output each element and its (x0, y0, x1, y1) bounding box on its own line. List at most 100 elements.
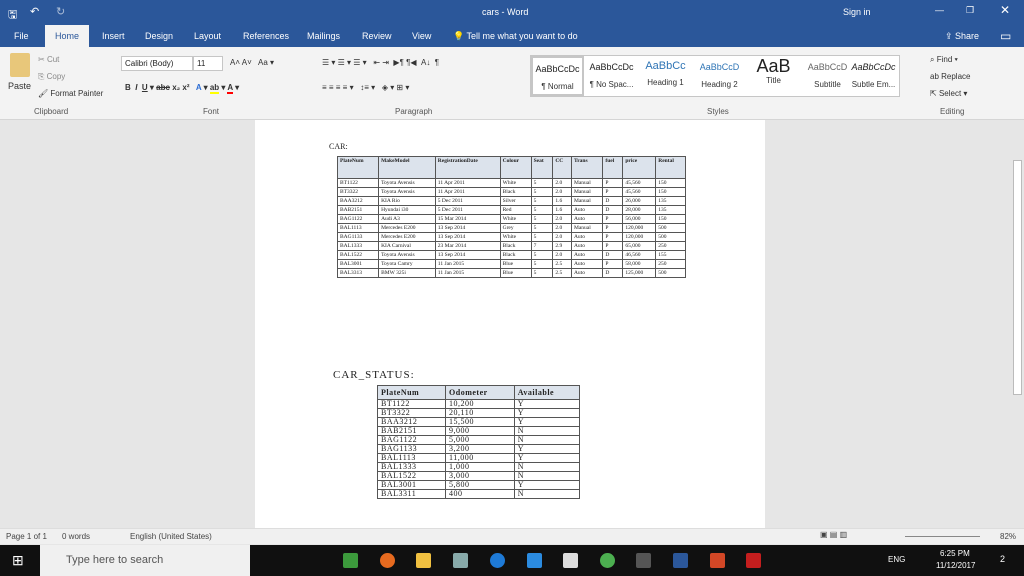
app-icon[interactable] (343, 553, 358, 568)
align-buttons[interactable]: ≡ ≡ ≡ ≡ ▾ ↕≡ ▾ ◈ ▾ ⊞ ▾ (322, 83, 409, 92)
table-cell[interactable]: Y (513, 444, 581, 454)
table-cell[interactable]: P (602, 241, 624, 251)
table-cell[interactable]: Toyota Camry (378, 259, 436, 269)
table-cell[interactable]: White (499, 232, 532, 242)
undo-icon[interactable]: ↶ (30, 5, 39, 18)
table-cell[interactable]: P (602, 214, 624, 224)
style-heading-2[interactable]: AaBbCcD Heading 2 (693, 56, 746, 96)
cut-button[interactable]: ✂ Cut (38, 55, 59, 64)
clock-date[interactable]: 11/12/2017 (936, 561, 975, 570)
table-cell[interactable]: 15 Mar 2014 (434, 214, 501, 224)
table-cell[interactable]: Auto (570, 214, 604, 224)
close-button[interactable]: ✕ (1000, 3, 1010, 17)
table-cell[interactable]: Black (499, 187, 532, 197)
table-cell[interactable]: 2.5 (552, 259, 572, 269)
table-cell[interactable]: D (602, 205, 624, 215)
table-cell[interactable]: 5 (530, 187, 554, 197)
page-count[interactable]: Page 1 of 1 (6, 532, 47, 541)
table-cell[interactable]: 500 (655, 268, 686, 278)
table-cell[interactable]: N (513, 489, 581, 499)
table-cell[interactable]: P (602, 232, 624, 242)
table-cell[interactable]: Black (499, 241, 532, 251)
tab-file[interactable]: File (14, 31, 29, 41)
table-cell[interactable]: 5 (530, 178, 554, 188)
table-cell[interactable]: 2.9 (552, 241, 572, 251)
sign-in-link[interactable]: Sign in (843, 7, 871, 17)
table-cell[interactable]: 45,560 (622, 187, 657, 197)
file-explorer-icon[interactable] (416, 553, 431, 568)
table-cell[interactable]: 2.0 (552, 187, 572, 197)
table-cell[interactable]: BAL3001 (336, 259, 380, 269)
replace-button[interactable]: ab Replace (930, 72, 970, 81)
copy-button[interactable]: ⎘ Copy (38, 72, 65, 82)
table-cell[interactable]: 11 Apr 2011 (434, 178, 501, 188)
table-cell[interactable]: Toyota Avensis (378, 178, 436, 188)
style-subtle-emphasis[interactable]: AaBbCcDc Subtle Em... (847, 56, 900, 96)
table-cell[interactable]: 28,000 (622, 205, 657, 215)
edge-icon[interactable] (490, 553, 505, 568)
style-normal[interactable]: AaBbCcDc ¶ Normal (531, 56, 584, 96)
table-cell[interactable]: BT1122 (336, 178, 380, 188)
table-cell[interactable]: 120,000 (622, 232, 657, 242)
tab-insert[interactable]: Insert (102, 31, 125, 41)
font-size-select[interactable]: 11 (193, 56, 223, 71)
table-cell[interactable]: 150 (655, 214, 686, 224)
table-cell[interactable]: 46,560 (622, 250, 657, 260)
table-cell[interactable]: 5 (530, 268, 554, 278)
table-cell[interactable]: Blue (499, 268, 532, 278)
car-status-table[interactable]: PlateNum Odometer Available BT1122 10,200 Y BT… (376, 385, 581, 499)
taskbar-search[interactable]: Type here to search (40, 545, 250, 576)
format-painter-button[interactable]: 🖌 Format Painter (38, 89, 103, 98)
table-cell[interactable]: 56,000 (622, 214, 657, 224)
table-cell[interactable]: P (602, 178, 624, 188)
table-cell[interactable]: 65,000 (622, 241, 657, 251)
app-icon[interactable] (453, 553, 468, 568)
table-cell[interactable]: 250 (655, 259, 686, 269)
table-cell[interactable]: 26,000 (622, 196, 657, 206)
windows-start-icon[interactable]: ⊞ (12, 552, 24, 569)
table-cell[interactable]: White (499, 178, 532, 188)
table-cell[interactable]: 400 (445, 489, 515, 499)
tab-layout[interactable]: Layout (194, 31, 221, 41)
zoom-slider[interactable] (905, 536, 980, 537)
table-cell[interactable]: Mercedes E200 (378, 232, 436, 242)
table-cell[interactable]: Audi A3 (378, 214, 436, 224)
table-cell[interactable]: 13 Sep 2014 (434, 223, 501, 233)
table-cell[interactable]: Grey (499, 223, 532, 233)
table-cell[interactable]: Auto (570, 259, 604, 269)
table-cell[interactable]: 45,560 (622, 178, 657, 188)
table-cell[interactable]: BAL3311 (376, 489, 447, 499)
table-cell[interactable]: 2.5 (552, 268, 572, 278)
acrobat-icon[interactable] (746, 553, 761, 568)
table-cell[interactable]: 2.0 (552, 232, 572, 242)
table-cell[interactable]: BAL1522 (336, 250, 380, 260)
table-cell[interactable]: BAG1133 (336, 232, 380, 242)
notifications-icon[interactable]: 2 (1000, 554, 1005, 564)
table-cell[interactable]: Manual (570, 187, 604, 197)
language-indicator[interactable]: ENG (888, 555, 905, 564)
table-cell[interactable]: 5 (530, 250, 554, 260)
table-cell[interactable]: Toyota Avensis (378, 250, 436, 260)
font-name-select[interactable]: Calibri (Body) (121, 56, 193, 71)
table-cell[interactable]: 5 (530, 214, 554, 224)
save-icon[interactable]: 🖫 (8, 6, 17, 25)
store-icon[interactable] (563, 553, 578, 568)
table-cell[interactable]: 5 (530, 259, 554, 269)
scrollbar-thumb[interactable] (1013, 160, 1022, 395)
table-cell[interactable]: Y (513, 417, 581, 427)
restore-button[interactable]: ❐ (966, 5, 974, 16)
paste-button[interactable]: Paste (8, 81, 31, 91)
table-cell[interactable]: 11 Apr 2011 (434, 187, 501, 197)
table-cell[interactable]: 135 (655, 196, 686, 206)
paste-icon[interactable] (10, 53, 30, 77)
app-icon[interactable] (527, 553, 542, 568)
firefox-icon[interactable] (380, 553, 395, 568)
table-cell[interactable]: D (602, 268, 624, 278)
table-cell[interactable]: D (602, 250, 624, 260)
table-cell[interactable]: BAB2151 (336, 205, 380, 215)
table-cell[interactable]: 2.0 (552, 214, 572, 224)
table-cell[interactable]: Y (513, 408, 581, 418)
table-cell[interactable]: BAL1333 (336, 241, 380, 251)
table-cell[interactable]: Toyota Avensis (378, 187, 436, 197)
table-cell[interactable]: BAL3313 (336, 268, 380, 278)
